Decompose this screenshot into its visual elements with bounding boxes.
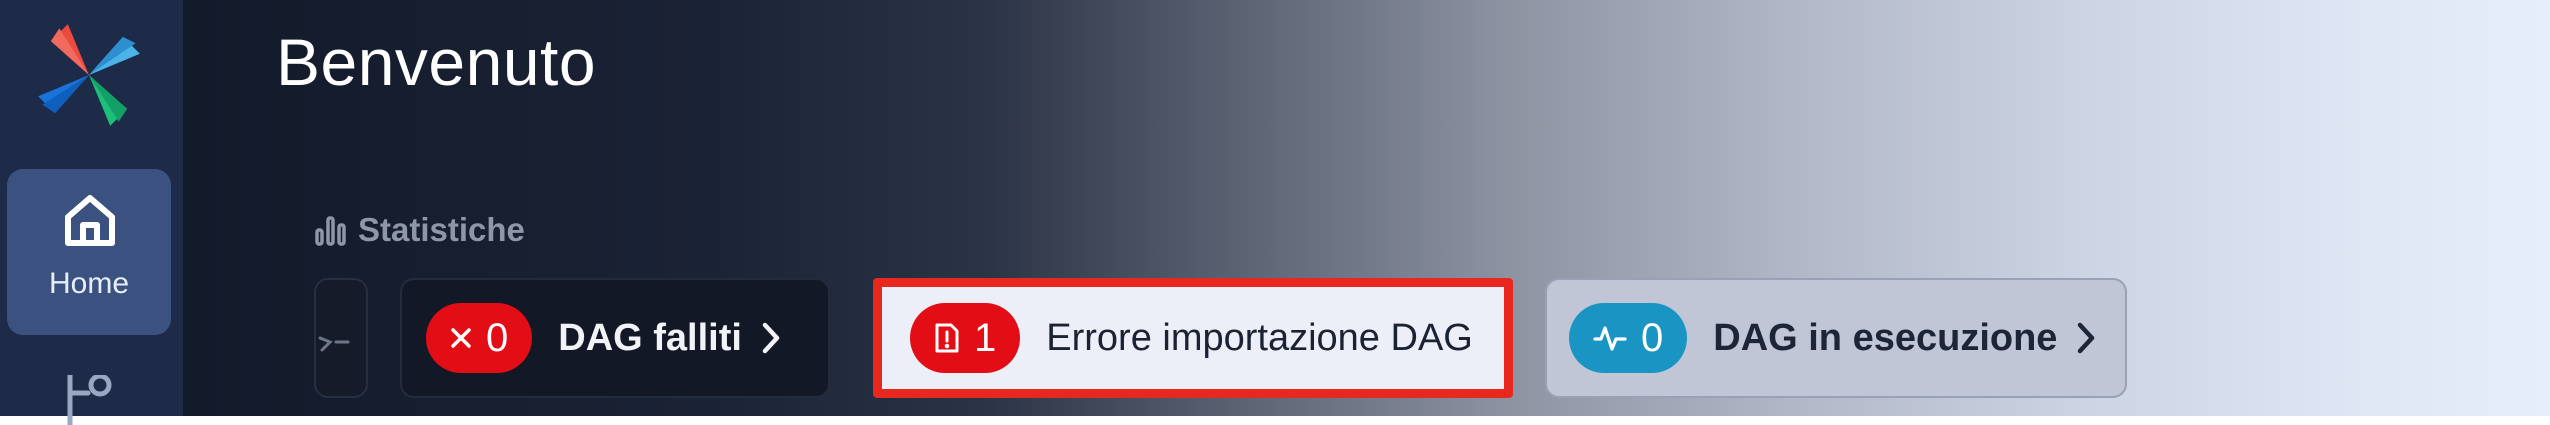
sidebar-item-label: Home — [48, 267, 130, 300]
failed-dags-card[interactable]: 0 DAG falliti — [400, 278, 830, 398]
import-errors-count: 1 — [974, 315, 997, 360]
page-title: Benvenuto — [276, 25, 597, 99]
failed-count: 0 — [486, 315, 509, 360]
x-icon — [451, 328, 471, 348]
running-dags-label: DAG in esecuzione — [1713, 316, 2058, 359]
chevron-right-icon — [2078, 322, 2095, 354]
chevron-right-icon — [762, 322, 780, 354]
running-count-badge: 0 — [1569, 303, 1688, 373]
stats-card-partial[interactable] — [314, 278, 368, 398]
bar-chart-icon — [315, 216, 346, 246]
partial-icon — [318, 336, 350, 352]
sidebar: Home — [0, 0, 183, 425]
stats-heading: Statistiche — [314, 210, 525, 250]
failed-dags-label: DAG falliti — [558, 316, 742, 359]
running-dags-card[interactable]: 0 DAG in esecuzione — [1545, 278, 2127, 398]
running-count: 0 — [1641, 315, 1664, 360]
import-errors-card[interactable]: 1 Errore importazione DAG — [873, 278, 1513, 398]
import-errors-badge: 1 — [910, 303, 1021, 373]
sidebar-item-home[interactable]: Home — [7, 169, 171, 335]
failed-count-badge: 0 — [426, 303, 533, 373]
home-icon — [65, 195, 115, 246]
file-alert-icon — [935, 323, 959, 353]
pinwheel-logo-icon[interactable] — [36, 22, 142, 128]
import-errors-label: Errore importazione DAG — [1046, 316, 1473, 359]
stats-heading-label: Statistiche — [358, 211, 525, 248]
activity-icon — [1593, 326, 1627, 351]
dag-tree-icon[interactable] — [62, 375, 122, 425]
